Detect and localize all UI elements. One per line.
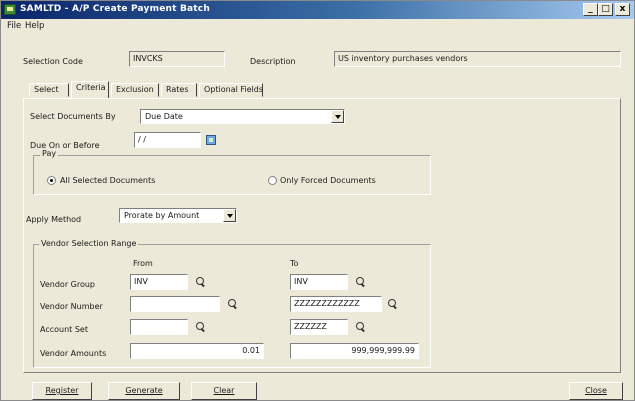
finder-icon[interactable] <box>196 322 206 332</box>
vendor-amounts-to-field[interactable]: 999,999,999.99 <box>290 343 419 359</box>
select-documents-by-dropdown[interactable]: Due Date <box>140 109 345 124</box>
tab-optional-fields[interactable]: Optional Fields <box>199 83 263 97</box>
window-title: SAMLTD - A/P Create Payment Batch <box>20 4 210 14</box>
radio-only-forced-documents[interactable] <box>268 176 277 185</box>
chevron-down-icon[interactable] <box>331 110 344 123</box>
tab-rates[interactable]: Rates <box>161 83 197 97</box>
radio-all-selected-documents[interactable] <box>47 176 56 185</box>
finder-icon[interactable] <box>228 299 238 309</box>
description-label: Description <box>250 57 296 66</box>
minimize-button[interactable]: _ <box>583 3 598 16</box>
account-set-to-field[interactable]: ZZZZZZ <box>290 319 348 335</box>
finder-icon[interactable] <box>196 277 206 287</box>
vendor-group-label: Vendor Group <box>40 280 96 289</box>
vendor-amounts-from-field[interactable]: 0.01 <box>130 343 264 359</box>
account-set-label: Account Set <box>40 325 88 334</box>
vendor-number-label: Vendor Number <box>40 302 103 311</box>
clear-button[interactable]: Clear <box>191 382 257 400</box>
pay-group: Pay All Selected Documents Only Forced D… <box>33 149 431 195</box>
description-field[interactable]: US inventory purchases vendors <box>334 51 621 67</box>
select-documents-by-value: Due Date <box>145 112 183 121</box>
menu-help[interactable]: Help <box>25 21 44 31</box>
tab-select[interactable]: Select <box>29 83 69 97</box>
chevron-down-icon[interactable] <box>223 209 236 222</box>
apply-method-value: Prorate by Amount <box>124 211 200 220</box>
vendor-selection-range-group: Vendor Selection Range From To Vendor Gr… <box>33 239 431 368</box>
close-button[interactable]: Close <box>569 382 623 400</box>
tab-exclusion[interactable]: Exclusion <box>111 83 159 97</box>
from-header: From <box>133 259 153 268</box>
to-header: To <box>290 259 299 268</box>
menu-file[interactable]: File <box>7 21 21 31</box>
app-icon <box>4 4 16 15</box>
close-window-button[interactable]: x <box>615 3 630 16</box>
register-button-label: Register <box>45 386 79 395</box>
finder-icon[interactable] <box>356 277 366 287</box>
tab-criteria[interactable]: Criteria <box>71 81 109 98</box>
generate-button[interactable]: Generate <box>108 382 180 400</box>
selection-code-field[interactable]: INVCKS <box>129 51 225 67</box>
menu-bar: File Help <box>1 19 634 33</box>
calendar-icon[interactable] <box>206 135 216 145</box>
apply-method-dropdown[interactable]: Prorate by Amount <box>119 208 237 223</box>
selection-code-label: Selection Code <box>23 57 83 66</box>
vendor-number-from-field[interactable] <box>130 296 220 312</box>
vendor-group-from-field[interactable]: INV <box>130 274 188 290</box>
pay-group-label: Pay <box>40 149 59 158</box>
maximize-button[interactable]: □ <box>598 3 613 16</box>
radio-all-selected-label[interactable]: All Selected Documents <box>60 176 155 185</box>
vendor-selection-range-label: Vendor Selection Range <box>39 239 139 248</box>
app-window: SAMLTD - A/P Create Payment Batch _ □ x … <box>0 0 635 401</box>
account-set-from-field[interactable] <box>130 319 188 335</box>
select-documents-by-label: Select Documents By <box>30 112 116 121</box>
register-button[interactable]: Register <box>32 382 92 400</box>
vendor-amounts-label: Vendor Amounts <box>40 349 107 358</box>
radio-only-forced-label[interactable]: Only Forced Documents <box>280 176 376 185</box>
close-button-label: Close <box>585 386 607 395</box>
vendor-number-to-field[interactable]: ZZZZZZZZZZZZ <box>290 296 382 312</box>
clear-button-label: Clear <box>213 386 235 395</box>
generate-button-label: Generate <box>125 386 163 395</box>
title-bar[interactable]: SAMLTD - A/P Create Payment Batch _ □ x <box>1 1 634 19</box>
due-on-or-before-field[interactable]: / / <box>134 132 201 148</box>
apply-method-label: Apply Method <box>26 215 82 224</box>
finder-icon[interactable] <box>388 299 398 309</box>
finder-icon[interactable] <box>356 322 366 332</box>
vendor-group-to-field[interactable]: INV <box>290 274 348 290</box>
